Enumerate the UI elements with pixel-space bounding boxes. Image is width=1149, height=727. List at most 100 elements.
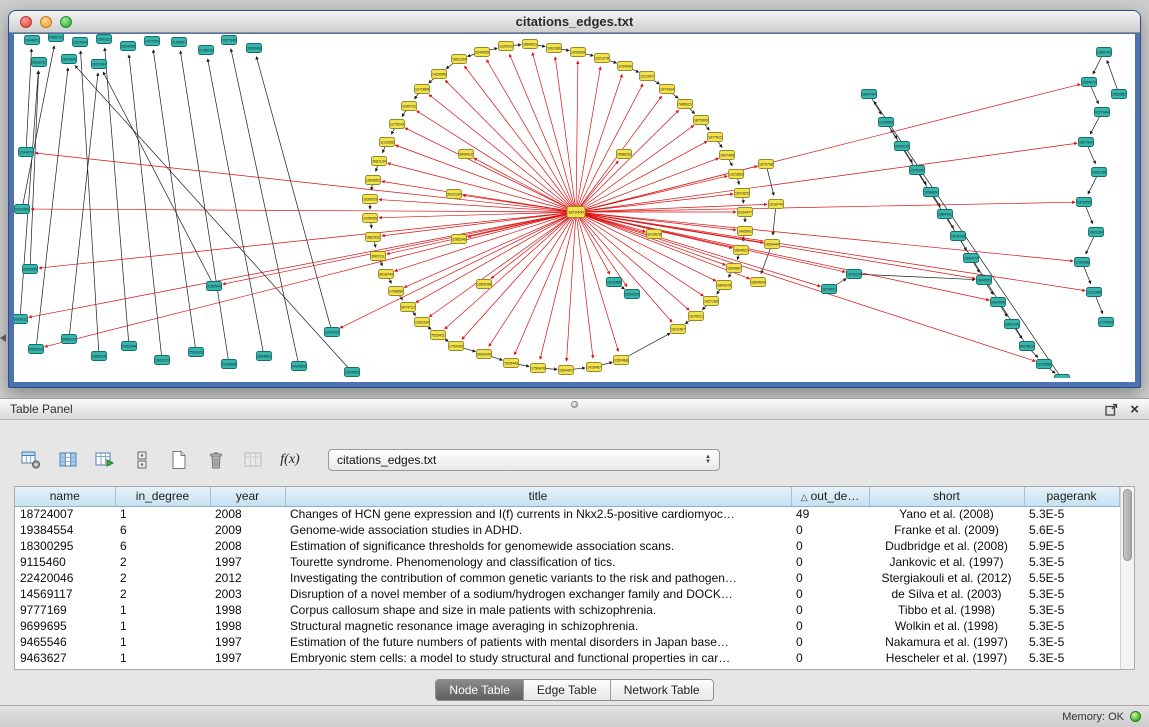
graph-node[interactable]: 1092313	[155, 356, 170, 365]
graph-edge[interactable]	[105, 48, 129, 346]
tab-edge-table[interactable]: Edge Table	[524, 680, 611, 700]
graph-node[interactable]: 1804523	[977, 276, 992, 285]
rename-column-button[interactable]	[240, 447, 266, 473]
column-header-in_degree[interactable]: in_degree	[115, 487, 210, 506]
graph-node[interactable]: 1264156	[477, 280, 492, 289]
column-header-name[interactable]: name	[15, 487, 115, 506]
graph-node[interactable]: 1044821	[25, 36, 40, 45]
graph-edge[interactable]	[576, 110, 679, 212]
graph-node[interactable]: 9115460	[15, 205, 30, 214]
graph-edge[interactable]	[462, 212, 576, 339]
graph-node[interactable]: 1225410	[499, 42, 514, 51]
graph-node[interactable]: 1093411	[14, 315, 28, 324]
graph-node[interactable]: 1875309	[694, 116, 709, 125]
graph-node[interactable]: 1973434	[660, 85, 675, 94]
graph-edge[interactable]	[382, 212, 576, 236]
graph-node[interactable]: 1221907	[640, 72, 655, 81]
table-row[interactable]: 1830029562008Estimation of significance …	[15, 538, 1119, 554]
graph-node[interactable]: 1210345	[1087, 288, 1102, 297]
tab-network-table[interactable]: Network Table	[611, 680, 713, 700]
graph-node[interactable]: 1652098	[247, 44, 262, 53]
graph-node[interactable]: 1938455	[363, 214, 378, 223]
graph-node[interactable]: 2160544	[207, 282, 222, 291]
graph-edge[interactable]	[39, 212, 576, 268]
zoom-button[interactable]	[60, 16, 72, 28]
graph-edge[interactable]	[576, 212, 593, 358]
graph-edge[interactable]	[576, 141, 707, 212]
panel-collapse-arrow-icon[interactable]	[0, 334, 6, 342]
graph-node[interactable]: 1770554	[1099, 318, 1114, 327]
graph-node[interactable]: 1221278	[595, 54, 610, 63]
graph-node[interactable]: 1279190	[910, 166, 925, 175]
graph-node[interactable]: 9154477	[738, 208, 753, 217]
graph-edge[interactable]	[576, 212, 845, 272]
graph-node[interactable]: 1924502	[345, 368, 360, 377]
graph-node[interactable]: 1691622	[735, 189, 750, 198]
graph-node[interactable]: 1427165	[704, 297, 719, 306]
close-button[interactable]	[20, 16, 32, 28]
graph-edge[interactable]	[29, 212, 576, 317]
graph-node[interactable]: 1861234	[452, 55, 467, 64]
column-header-year[interactable]: year	[210, 487, 285, 506]
graph-node[interactable]: 7525411	[431, 331, 446, 340]
graph-node[interactable]: 1099722	[402, 102, 417, 111]
graph-node[interactable]: 1604329	[625, 290, 640, 299]
graph-node[interactable]: 1607455	[720, 151, 735, 160]
graph-node[interactable]: 9024556	[292, 362, 307, 371]
graph-node[interactable]: 1081234	[1089, 228, 1104, 237]
graph-node[interactable]: 1679021	[822, 285, 837, 294]
table-row[interactable]: 1456911722003Disruption of a novel membe…	[15, 586, 1119, 602]
graph-edge[interactable]	[231, 49, 299, 366]
graph-edge[interactable]	[208, 59, 264, 356]
graph-node[interactable]: 1275243	[390, 120, 405, 129]
graph-edge[interactable]	[576, 125, 694, 212]
graph-node[interactable]: 1432190	[1092, 168, 1107, 177]
graph-node[interactable]: 1262334	[415, 318, 430, 327]
graph-node[interactable]: 1568233	[617, 150, 632, 159]
table-row[interactable]: 946554611997Estimation of the future num…	[15, 634, 1119, 650]
graph-edge[interactable]	[26, 49, 32, 152]
graph-edge[interactable]	[22, 46, 54, 209]
graph-node[interactable]: 1854522	[734, 246, 749, 255]
graph-edge[interactable]	[35, 153, 576, 212]
graph-node[interactable]: 1327645	[222, 36, 237, 45]
graph-node[interactable]: 1058824	[924, 188, 939, 197]
graph-node[interactable]: 1654987	[727, 264, 742, 273]
graph-node[interactable]: 1415487	[587, 363, 602, 372]
graph-node[interactable]: 2062344	[122, 342, 137, 351]
table-row[interactable]: 977716911998Corpus callosum shape and si…	[15, 602, 1119, 618]
graph-edge[interactable]	[489, 212, 576, 346]
graph-node[interactable]: 3033190	[447, 190, 462, 199]
graph-edge[interactable]	[576, 84, 643, 212]
graph-edge[interactable]	[69, 73, 98, 339]
graph-node[interactable]: 1079021	[689, 312, 704, 321]
graph-node[interactable]: 1260112	[97, 35, 112, 44]
graph-node[interactable]: 1015433	[325, 328, 340, 337]
graph-node[interactable]: 9024510	[1020, 342, 1035, 351]
graph-edge[interactable]	[75, 66, 352, 372]
graph-node[interactable]: 2240655	[475, 48, 490, 57]
graph-node[interactable]: 1131656	[380, 138, 395, 147]
scrollbar-thumb[interactable]	[1123, 489, 1133, 561]
graph-node[interactable]: 1024556	[1037, 360, 1052, 369]
graph-node[interactable]: 1330654	[879, 118, 894, 127]
graph-edge[interactable]	[576, 212, 1085, 291]
graph-node[interactable]: 1512467	[671, 325, 686, 334]
graph-node[interactable]: 1802345	[1005, 320, 1020, 329]
graph-node[interactable]: 1827341	[1079, 138, 1094, 147]
column-header-pagerank[interactable]: pagerank	[1024, 487, 1119, 506]
graph-node[interactable]: 1944794	[862, 90, 877, 99]
graph-edge[interactable]	[36, 68, 68, 349]
graph-node[interactable]: 1961366	[547, 44, 562, 53]
column-header-out_de[interactable]: △out_de…	[791, 487, 869, 506]
graph-node[interactable]: 1321663	[729, 170, 744, 179]
graph-node[interactable]: 1681532	[366, 233, 381, 242]
table-row[interactable]: 969969511998Structural magnetic resonanc…	[15, 618, 1119, 634]
graph-node[interactable]: 1190567	[172, 38, 187, 47]
graph-node[interactable]: 9833011	[32, 58, 47, 67]
graph-node[interactable]: 5905133	[62, 335, 77, 344]
graph-edge[interactable]	[223, 212, 576, 284]
graph-node[interactable]: 1799856	[389, 287, 404, 296]
graph-edge[interactable]	[45, 212, 576, 347]
graph-node[interactable]: 9245012	[1055, 375, 1070, 379]
